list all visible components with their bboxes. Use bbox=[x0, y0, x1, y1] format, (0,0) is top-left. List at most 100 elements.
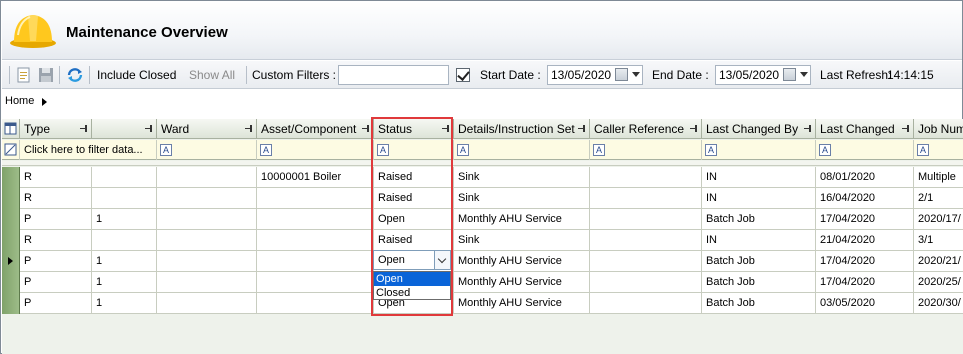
end-date-picker[interactable]: 13/05/2020 bbox=[715, 65, 811, 85]
table-row[interactable]: R 10000001 Boiler Raised Sink IN 08/01/2020 Mu… bbox=[2, 167, 963, 188]
filter-cell-last-changed-by[interactable]: A bbox=[702, 140, 816, 160]
pin-icon[interactable] bbox=[690, 124, 698, 133]
cell-caller-reference[interactable] bbox=[590, 251, 702, 272]
filter-cell-details[interactable]: A bbox=[454, 140, 590, 160]
cell-details[interactable]: Sink bbox=[454, 167, 590, 188]
status-dropdown[interactable]: Open bbox=[373, 250, 451, 270]
chevron-down-icon[interactable] bbox=[434, 251, 450, 269]
calendar-icon[interactable] bbox=[783, 68, 796, 81]
filter-cell-last-changed[interactable]: A bbox=[816, 140, 914, 160]
filter-operator-icon[interactable]: A bbox=[705, 144, 717, 156]
pin-icon[interactable] bbox=[902, 124, 910, 133]
cell-type[interactable]: R bbox=[20, 230, 92, 251]
table-row[interactable]: P1 OpenMonthly AHU Service Batch Job17/04/… bbox=[2, 209, 963, 230]
cell-last-changed-by[interactable]: Batch Job bbox=[702, 251, 816, 272]
new-document-icon[interactable] bbox=[15, 66, 33, 84]
cell-ward[interactable] bbox=[157, 251, 257, 272]
column-header-blank[interactable] bbox=[92, 119, 157, 139]
show-all-button[interactable]: Show All bbox=[189, 61, 235, 89]
cell-last-changed[interactable]: 03/05/2020 bbox=[816, 293, 914, 314]
cell-asset[interactable] bbox=[257, 272, 374, 293]
filter-operator-icon[interactable]: A bbox=[917, 144, 929, 156]
calendar-icon[interactable] bbox=[615, 68, 628, 81]
cell-job-number[interactable]: Multiple bbox=[914, 167, 963, 188]
cell-status[interactable]: Raised bbox=[374, 230, 454, 251]
pin-icon[interactable] bbox=[442, 124, 450, 133]
cell-last-changed[interactable]: 08/01/2020 bbox=[816, 167, 914, 188]
cell-details[interactable]: Sink bbox=[454, 230, 590, 251]
include-closed-button[interactable]: Include Closed bbox=[97, 61, 176, 89]
cell-blank[interactable] bbox=[92, 167, 157, 188]
column-header-status[interactable]: Status bbox=[374, 119, 454, 139]
row-selector[interactable] bbox=[2, 188, 20, 209]
cell-last-changed[interactable]: 17/04/2020 bbox=[816, 272, 914, 293]
filter-operator-icon[interactable]: A bbox=[457, 144, 469, 156]
cell-last-changed[interactable]: 17/04/2020 bbox=[816, 209, 914, 230]
cell-status[interactable]: Raised bbox=[374, 188, 454, 209]
cell-ward[interactable] bbox=[157, 188, 257, 209]
cell-caller-reference[interactable] bbox=[590, 167, 702, 188]
cell-type[interactable]: P bbox=[20, 251, 92, 272]
filter-operator-icon[interactable]: A bbox=[260, 144, 272, 156]
table-row[interactable]: R Raised Sink IN 21/04/2020 3/1 bbox=[2, 230, 963, 251]
cell-job-number[interactable]: 2020/30/ bbox=[914, 293, 963, 314]
cell-blank[interactable] bbox=[92, 188, 157, 209]
cell-asset[interactable] bbox=[257, 251, 374, 272]
cell-last-changed-by[interactable]: IN bbox=[702, 230, 816, 251]
cell-details[interactable]: Monthly AHU Service bbox=[454, 272, 590, 293]
table-row[interactable]: P 1 Open Monthly AHU Service Batch Job 03/05/… bbox=[2, 293, 963, 314]
filter-row[interactable]: Click here to filter data... A A A A A A… bbox=[2, 140, 963, 160]
row-selector-active[interactable] bbox=[2, 251, 20, 272]
cell-last-changed[interactable]: 16/04/2020 bbox=[816, 188, 914, 209]
refresh-icon[interactable] bbox=[66, 66, 84, 84]
column-header-last-changed[interactable]: Last Changed bbox=[816, 119, 914, 139]
cell-type[interactable]: P bbox=[20, 272, 92, 293]
cell-asset[interactable] bbox=[257, 188, 374, 209]
cell-details[interactable]: Sink bbox=[454, 188, 590, 209]
row-selector[interactable] bbox=[2, 230, 20, 251]
cell-status[interactable]: Open bbox=[374, 209, 454, 230]
chevron-down-icon[interactable] bbox=[800, 72, 808, 77]
status-dropdown-list[interactable]: Open Closed bbox=[373, 271, 451, 300]
filter-cell-caller-reference[interactable]: A bbox=[590, 140, 702, 160]
cell-last-changed[interactable]: 17/04/2020 bbox=[816, 251, 914, 272]
filter-cell-ward[interactable]: A bbox=[157, 140, 257, 160]
row-selector[interactable] bbox=[2, 167, 20, 188]
cell-ward[interactable] bbox=[157, 167, 257, 188]
cell-details[interactable]: Monthly AHU Service bbox=[454, 251, 590, 272]
cell-details[interactable]: Monthly AHU Service bbox=[454, 293, 590, 314]
cell-asset[interactable]: 10000001 Boiler bbox=[257, 167, 374, 188]
cell-blank[interactable]: 1 bbox=[92, 293, 157, 314]
cell-details[interactable]: Monthly AHU Service bbox=[454, 209, 590, 230]
cell-type[interactable]: R bbox=[20, 188, 92, 209]
pin-icon[interactable] bbox=[80, 124, 88, 133]
cell-asset[interactable] bbox=[257, 293, 374, 314]
status-option-closed[interactable]: Closed bbox=[374, 286, 450, 300]
breadcrumb-home[interactable]: Home bbox=[5, 95, 34, 107]
filter-placeholder[interactable]: Click here to filter data... bbox=[24, 140, 143, 160]
filter-clear-icon[interactable] bbox=[2, 140, 20, 160]
cell-blank[interactable]: 1 bbox=[92, 251, 157, 272]
filter-cell-status[interactable]: A bbox=[374, 140, 454, 160]
date-filter-checkbox[interactable] bbox=[456, 68, 470, 82]
breadcrumb-arrow-icon[interactable] bbox=[42, 98, 47, 106]
filter-operator-icon[interactable]: A bbox=[593, 144, 605, 156]
cell-blank[interactable]: 1 bbox=[92, 272, 157, 293]
row-selector[interactable] bbox=[2, 293, 20, 314]
cell-asset[interactable] bbox=[257, 209, 374, 230]
pin-icon[interactable] bbox=[804, 124, 812, 133]
cell-job-number[interactable]: 2020/25/ bbox=[914, 272, 963, 293]
cell-last-changed-by[interactable]: Batch Job bbox=[702, 272, 816, 293]
cell-job-number[interactable]: 2020/21/ bbox=[914, 251, 963, 272]
status-option-open[interactable]: Open bbox=[374, 272, 450, 286]
column-chooser-icon[interactable] bbox=[2, 119, 20, 139]
cell-asset[interactable] bbox=[257, 230, 374, 251]
cell-blank[interactable] bbox=[92, 230, 157, 251]
cell-caller-reference[interactable] bbox=[590, 188, 702, 209]
filter-operator-icon[interactable]: A bbox=[819, 144, 831, 156]
cell-last-changed-by[interactable]: IN bbox=[702, 188, 816, 209]
cell-type[interactable]: P bbox=[20, 293, 92, 314]
row-selector[interactable] bbox=[2, 209, 20, 230]
cell-ward[interactable] bbox=[157, 293, 257, 314]
filter-cell-job-number[interactable]: A bbox=[914, 140, 963, 160]
